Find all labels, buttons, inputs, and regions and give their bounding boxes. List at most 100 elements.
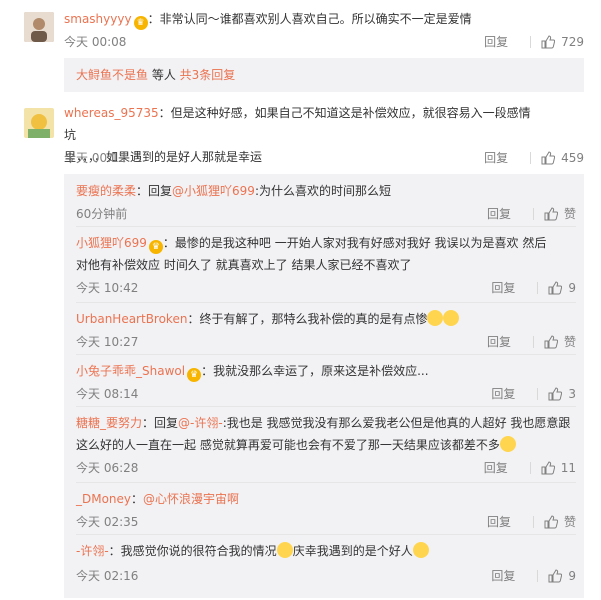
reply-divider bbox=[76, 406, 576, 407]
divider bbox=[537, 570, 539, 582]
thumbs-up-icon bbox=[544, 207, 558, 221]
like-button[interactable]: 729 bbox=[541, 32, 584, 52]
reply-username[interactable]: -许翎- bbox=[76, 544, 109, 558]
like-count: 赞 bbox=[563, 515, 576, 529]
reply-content: ：最惨的是我这种吧 一开始人家对我有好感对我好 我误以为是喜欢 然后 bbox=[162, 236, 547, 250]
thumbs-up-icon bbox=[548, 569, 563, 583]
comment-item: smashyyyy ♛ ：非常认同～谁都喜欢别人喜欢自己。所以确实不一定是爱情 今天… bbox=[0, 6, 601, 54]
like-count: 11 bbox=[560, 461, 576, 475]
reply-divider bbox=[76, 534, 576, 535]
reply-button[interactable]: 回复 bbox=[484, 32, 508, 52]
like-button[interactable]: 赞 bbox=[544, 512, 576, 532]
reply-content: ：终于有解了，那特么我补偿的真的是有点惨 bbox=[187, 312, 428, 326]
comment-actions: 回复 729 bbox=[484, 32, 584, 52]
hot-reply-user[interactable]: 大鲟鱼不是鱼 bbox=[76, 68, 148, 82]
reply-actions: 回复 9 bbox=[491, 566, 576, 586]
like-count: 9 bbox=[568, 569, 576, 583]
reply-item: UrbanHeartBroken：终于有解了，那特么我补偿的真的是有点惨 今天 … bbox=[76, 308, 576, 349]
like-count: 赞 bbox=[563, 207, 576, 221]
comment-text: smashyyyy ♛ ：非常认同～谁都喜欢别人喜欢自己。所以确实不一定是爱情 bbox=[64, 8, 534, 30]
reply-content: :我也是 我感觉我没有那么爱我老公但是他真的人超好 我也愿意跟 bbox=[222, 416, 571, 430]
hot-replies-link[interactable]: 大鲟鱼不是鱼 等人 共3条回复 bbox=[64, 58, 584, 92]
mention-link[interactable]: @小狐狸吖699 bbox=[172, 184, 255, 198]
divider bbox=[529, 462, 531, 474]
comment-username[interactable]: smashyyyy bbox=[64, 12, 132, 26]
reply-meta: 今天 02:16 回复 9 bbox=[76, 566, 576, 586]
reply-actions: 回复 3 bbox=[491, 384, 576, 404]
hot-reply-count[interactable]: 共3条回复 bbox=[180, 68, 236, 82]
emoji-icon bbox=[443, 310, 460, 326]
like-button[interactable]: 3 bbox=[548, 384, 576, 404]
like-count: 459 bbox=[561, 151, 584, 165]
like-button[interactable]: 赞 bbox=[544, 332, 576, 352]
reply-text: -许翎-：我感觉你说的很符合我的情况 庆幸我遇到的是个好人 bbox=[76, 540, 576, 562]
reply-username[interactable]: 要瘦的柔柔 bbox=[76, 184, 136, 198]
reply-username[interactable]: UrbanHeartBroken bbox=[76, 312, 187, 326]
reply-button[interactable]: 回复 bbox=[491, 278, 515, 298]
reply-meta: 60分钟前 回复 赞 bbox=[76, 204, 576, 224]
thumbs-up-icon bbox=[544, 335, 558, 349]
reply-time: 今天 02:16 bbox=[76, 569, 139, 583]
comment-meta: 今天 00:08 回复 729 bbox=[64, 32, 584, 52]
mention-link[interactable]: @心怀浪漫宇宙啊 bbox=[143, 492, 239, 506]
avatar[interactable] bbox=[24, 108, 54, 138]
vip-badge-icon: ♛ bbox=[187, 368, 202, 382]
reply-button[interactable]: 回复 bbox=[487, 204, 511, 224]
emoji-icon bbox=[427, 310, 444, 326]
comment-time: 今天 00:12 bbox=[64, 151, 127, 165]
comment-content: ：非常认同～谁都喜欢别人喜欢自己。所以确实不一定是爱情 bbox=[147, 12, 472, 26]
reply-button[interactable]: 回复 bbox=[484, 458, 508, 478]
comment-item: whereas_95735：但是这种好感，如果自己不知道这是补偿效应，就很容易入… bbox=[0, 100, 601, 170]
divider bbox=[532, 208, 534, 220]
reply-item: 小狐狸吖699 ♛ ：最惨的是我这种吧 一开始人家对我有好感对我好 我误以为是喜欢 … bbox=[76, 232, 576, 295]
mention-link[interactable]: @-许翎- bbox=[178, 416, 223, 430]
reply-username[interactable]: 小兔子乖乖_Shawol bbox=[76, 364, 185, 378]
divider bbox=[532, 516, 534, 528]
reply-button[interactable]: 回复 bbox=[491, 384, 515, 404]
reply-text: 要瘦的柔柔：回复@小狐狸吖699:为什么喜欢的时间那么短 bbox=[76, 180, 576, 202]
reply-username[interactable]: 小狐狸吖699 bbox=[76, 236, 147, 250]
reply-button[interactable]: 回复 bbox=[487, 332, 511, 352]
avatar[interactable] bbox=[24, 12, 54, 42]
like-button[interactable]: 11 bbox=[541, 458, 576, 478]
vip-badge-icon: ♛ bbox=[148, 240, 163, 254]
reply-divider bbox=[76, 482, 576, 483]
reply-username[interactable]: 糖糖_要努力 bbox=[76, 416, 142, 430]
reply-text: _DMoney：@心怀浪漫宇宙啊 bbox=[76, 488, 576, 510]
reply-button[interactable]: 回复 bbox=[491, 566, 515, 586]
reply-item: 糖糖_要努力：回复@-许翎-:我也是 我感觉我没有那么爱我老公但是他真的人超好 … bbox=[76, 412, 576, 475]
thumbs-up-icon bbox=[541, 151, 556, 165]
reply-text: 小兔子乖乖_Shawol ♛ ：我就没那么幸运了，原来这是补偿效应... bbox=[76, 360, 576, 382]
reply-meta: 今天 06:28 回复 11 bbox=[76, 458, 576, 478]
reply-text: 糖糖_要努力：回复@-许翎-:我也是 我感觉我没有那么爱我老公但是他真的人超好 … bbox=[76, 412, 576, 456]
reply-divider bbox=[76, 226, 576, 227]
reply-actions: 回复 11 bbox=[484, 458, 576, 478]
reply-time: 60分钟前 bbox=[76, 207, 128, 221]
comment-time: 今天 00:08 bbox=[64, 35, 127, 49]
reply-divider bbox=[76, 354, 576, 355]
reply-content: ：我就没那么幸运了，原来这是补偿效应... bbox=[201, 364, 429, 378]
reply-username[interactable]: _DMoney bbox=[76, 492, 131, 506]
reply-content-b: 庆幸我遇到的是个好人 bbox=[292, 544, 413, 558]
reply-actions: 回复 赞 bbox=[487, 512, 576, 532]
reply-time: 今天 10:42 bbox=[76, 281, 139, 295]
reply-prefix: ：回复 bbox=[142, 416, 179, 430]
like-button[interactable]: 赞 bbox=[544, 204, 576, 224]
reply-button[interactable]: 回复 bbox=[487, 512, 511, 532]
reply-text: UrbanHeartBroken：终于有解了，那特么我补偿的真的是有点惨 bbox=[76, 308, 576, 330]
reply-prefix: ： bbox=[131, 492, 144, 506]
like-button[interactable]: 459 bbox=[541, 148, 584, 168]
reply-actions: 回复 9 bbox=[491, 278, 576, 298]
divider bbox=[530, 152, 532, 164]
like-button[interactable]: 9 bbox=[548, 566, 576, 586]
thumbs-up-icon bbox=[541, 461, 555, 475]
emoji-icon bbox=[276, 542, 293, 558]
reply-content-line2: 这么好的人一直在一起 感觉就算再爱可能也会有不爱了那一天结果应该都差不多 bbox=[76, 438, 500, 452]
like-button[interactable]: 9 bbox=[548, 278, 576, 298]
reply-button[interactable]: 回复 bbox=[484, 148, 508, 168]
vip-badge-icon: ♛ bbox=[133, 16, 148, 30]
reply-meta: 今天 10:42 回复 9 bbox=[76, 278, 576, 298]
thumbs-up-icon bbox=[548, 281, 563, 295]
comment-username[interactable]: whereas_95735 bbox=[64, 106, 159, 120]
hot-reply-middle: 等人 bbox=[148, 68, 180, 82]
